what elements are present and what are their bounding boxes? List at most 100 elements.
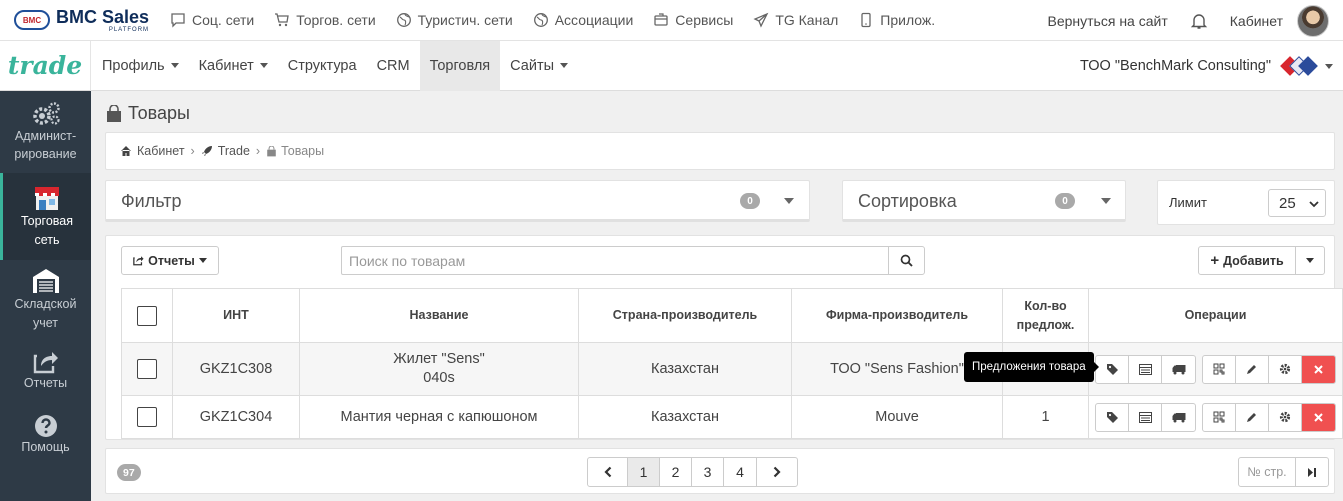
tag-icon[interactable]: [1096, 403, 1129, 431]
list-icon[interactable]: [1129, 403, 1162, 431]
sidebar-item-help[interactable]: Помощь: [0, 403, 91, 467]
sidebar: Админист- рирование Торговая сеть Складс…: [0, 91, 91, 501]
go-page-button[interactable]: [1296, 458, 1328, 486]
toplink-tourism[interactable]: Туристич. сети: [396, 12, 513, 28]
qrcode-icon[interactable]: [1203, 355, 1236, 383]
row-checkbox[interactable]: [137, 359, 157, 379]
cell-offers: 1: [1002, 395, 1089, 439]
company-switcher[interactable]: ТОО "BenchMark Consulting": [1080, 41, 1333, 91]
operations-group-primary: [1095, 402, 1196, 432]
cell-name-line1: Жилет "Sens": [393, 351, 485, 368]
toplink-label: TG Канал: [775, 12, 839, 28]
add-dropdown-button[interactable]: [1295, 246, 1325, 275]
page-2-button[interactable]: 2: [660, 458, 692, 486]
filter-panel[interactable]: Фильтр 0: [105, 180, 810, 222]
table-row[interactable]: GKZ1C308 Жилет "Sens" 040s Казахстан ТОО …: [121, 342, 1343, 396]
cell-int: GKZ1C304: [172, 395, 300, 439]
home-icon: [121, 146, 131, 156]
chevron-down-icon[interactable]: [1101, 198, 1111, 204]
qrcode-icon[interactable]: [1203, 403, 1236, 431]
gear-icon[interactable]: [1269, 355, 1302, 383]
breadcrumb-trade[interactable]: Trade: [218, 144, 250, 158]
nav-item-profile[interactable]: Профиль: [92, 41, 189, 91]
share-icon: [33, 351, 58, 374]
avatar[interactable]: [1297, 4, 1329, 37]
sort-panel[interactable]: Сортировка 0: [842, 180, 1126, 222]
products-table: ИНТ Название Страна-производитель Фирма-…: [121, 288, 1343, 439]
header-offers-line2: предлож.: [1016, 317, 1075, 332]
chevron-down-icon[interactable]: [784, 198, 794, 204]
toplink-retail[interactable]: Торгов. сети: [274, 12, 376, 28]
reports-button[interactable]: Отчеты: [121, 246, 219, 275]
gear-icon[interactable]: [1269, 403, 1302, 431]
toplink-services[interactable]: Сервисы: [653, 12, 733, 28]
table-row[interactable]: GKZ1C304 Мантия черная с капюшоном Казах…: [121, 395, 1343, 439]
tag-icon[interactable]: [1096, 355, 1129, 383]
header-select-all: [121, 288, 173, 343]
select-all-checkbox[interactable]: [137, 305, 157, 326]
step-forward-icon: [1308, 467, 1316, 477]
share-icon: [133, 256, 144, 266]
close-icon[interactable]: [1302, 403, 1335, 431]
close-icon[interactable]: [1302, 355, 1335, 383]
main-nav: trade Профиль Кабинет Структура CRM Торг…: [0, 40, 1343, 91]
header-country[interactable]: Страна-производитель: [578, 288, 792, 343]
return-to-site-link[interactable]: Вернуться на сайт: [1048, 13, 1168, 29]
sort-title: Сортировка: [858, 190, 957, 211]
bell-icon[interactable]: [1190, 12, 1208, 30]
header-name[interactable]: Название: [299, 288, 579, 343]
next-page-button[interactable]: [757, 458, 797, 486]
nav-item-trade[interactable]: Торговля: [419, 40, 501, 91]
nav-item-label: Торговля: [429, 57, 491, 74]
trade-logo[interactable]: trade: [0, 40, 91, 91]
filter-title: Фильтр: [121, 190, 182, 211]
sidebar-item-admin[interactable]: Админист- рирование: [0, 91, 91, 173]
cabinet-link[interactable]: Кабинет: [1230, 13, 1283, 29]
row-checkbox[interactable]: [137, 407, 157, 427]
nav-item-structure[interactable]: Структура: [278, 41, 367, 91]
warehouse-icon: [32, 269, 59, 294]
toplink-apps[interactable]: Прилож.: [858, 12, 935, 28]
header-int[interactable]: ИНТ: [172, 288, 300, 343]
pencil-icon[interactable]: [1236, 403, 1269, 431]
breadcrumb-cabinet[interactable]: Кабинет: [137, 144, 185, 158]
sidebar-item-label: сеть: [34, 232, 60, 247]
list-icon[interactable]: [1129, 355, 1162, 383]
toplink-tg[interactable]: TG Канал: [753, 12, 838, 28]
search-button[interactable]: [888, 246, 925, 275]
page-4-button[interactable]: 4: [724, 458, 757, 486]
page-number-input[interactable]: № стр.: [1239, 458, 1296, 486]
row-select-cell: [121, 395, 173, 439]
chevron-right-icon: [773, 466, 781, 478]
truck-icon[interactable]: [1162, 404, 1195, 431]
nav-item-sites[interactable]: Сайты: [500, 41, 578, 91]
filter-count-badge: 0: [740, 193, 760, 209]
prev-page-button[interactable]: [588, 458, 628, 486]
nav-item-crm[interactable]: CRM: [367, 41, 420, 91]
toplink-associations[interactable]: Ассоциации: [533, 12, 634, 28]
search-input[interactable]: Поиск по товарам: [341, 246, 889, 275]
nav-item-cabinet[interactable]: Кабинет: [189, 41, 278, 91]
header-offers[interactable]: Кол-во предлож.: [1002, 288, 1089, 343]
sidebar-item-trade-network[interactable]: Торговая сеть: [0, 173, 91, 260]
add-button[interactable]: + Добавить: [1198, 246, 1296, 275]
truck-icon[interactable]: [1162, 356, 1195, 383]
breadcrumb-separator: ›: [190, 144, 195, 158]
toplink-social[interactable]: Соц. сети: [170, 12, 254, 28]
breadcrumb: Кабинет › Trade › Товары: [105, 132, 1335, 170]
bmc-logo[interactable]: BMC BMC Sales PLATFORM: [14, 8, 164, 33]
pagination: 1 2 3 4: [587, 457, 798, 487]
sidebar-item-warehouse[interactable]: Складской учет: [0, 260, 91, 339]
limit-select[interactable]: 25: [1268, 189, 1326, 217]
header-firm[interactable]: Фирма-производитель: [791, 288, 1003, 343]
sidebar-item-reports[interactable]: Отчеты: [0, 339, 91, 403]
bmc-logo-badge: BMC: [14, 10, 50, 30]
company-name: ТОО "BenchMark Consulting": [1080, 58, 1271, 74]
sidebar-item-label: рирование: [14, 147, 77, 161]
cell-country: Казахстан: [578, 342, 792, 396]
pencil-icon[interactable]: [1236, 355, 1269, 383]
page-1-button[interactable]: 1: [628, 458, 660, 486]
toplink-label: Торгов. сети: [296, 12, 376, 28]
toplink-label: Ассоциации: [554, 12, 634, 28]
page-3-button[interactable]: 3: [692, 458, 724, 486]
